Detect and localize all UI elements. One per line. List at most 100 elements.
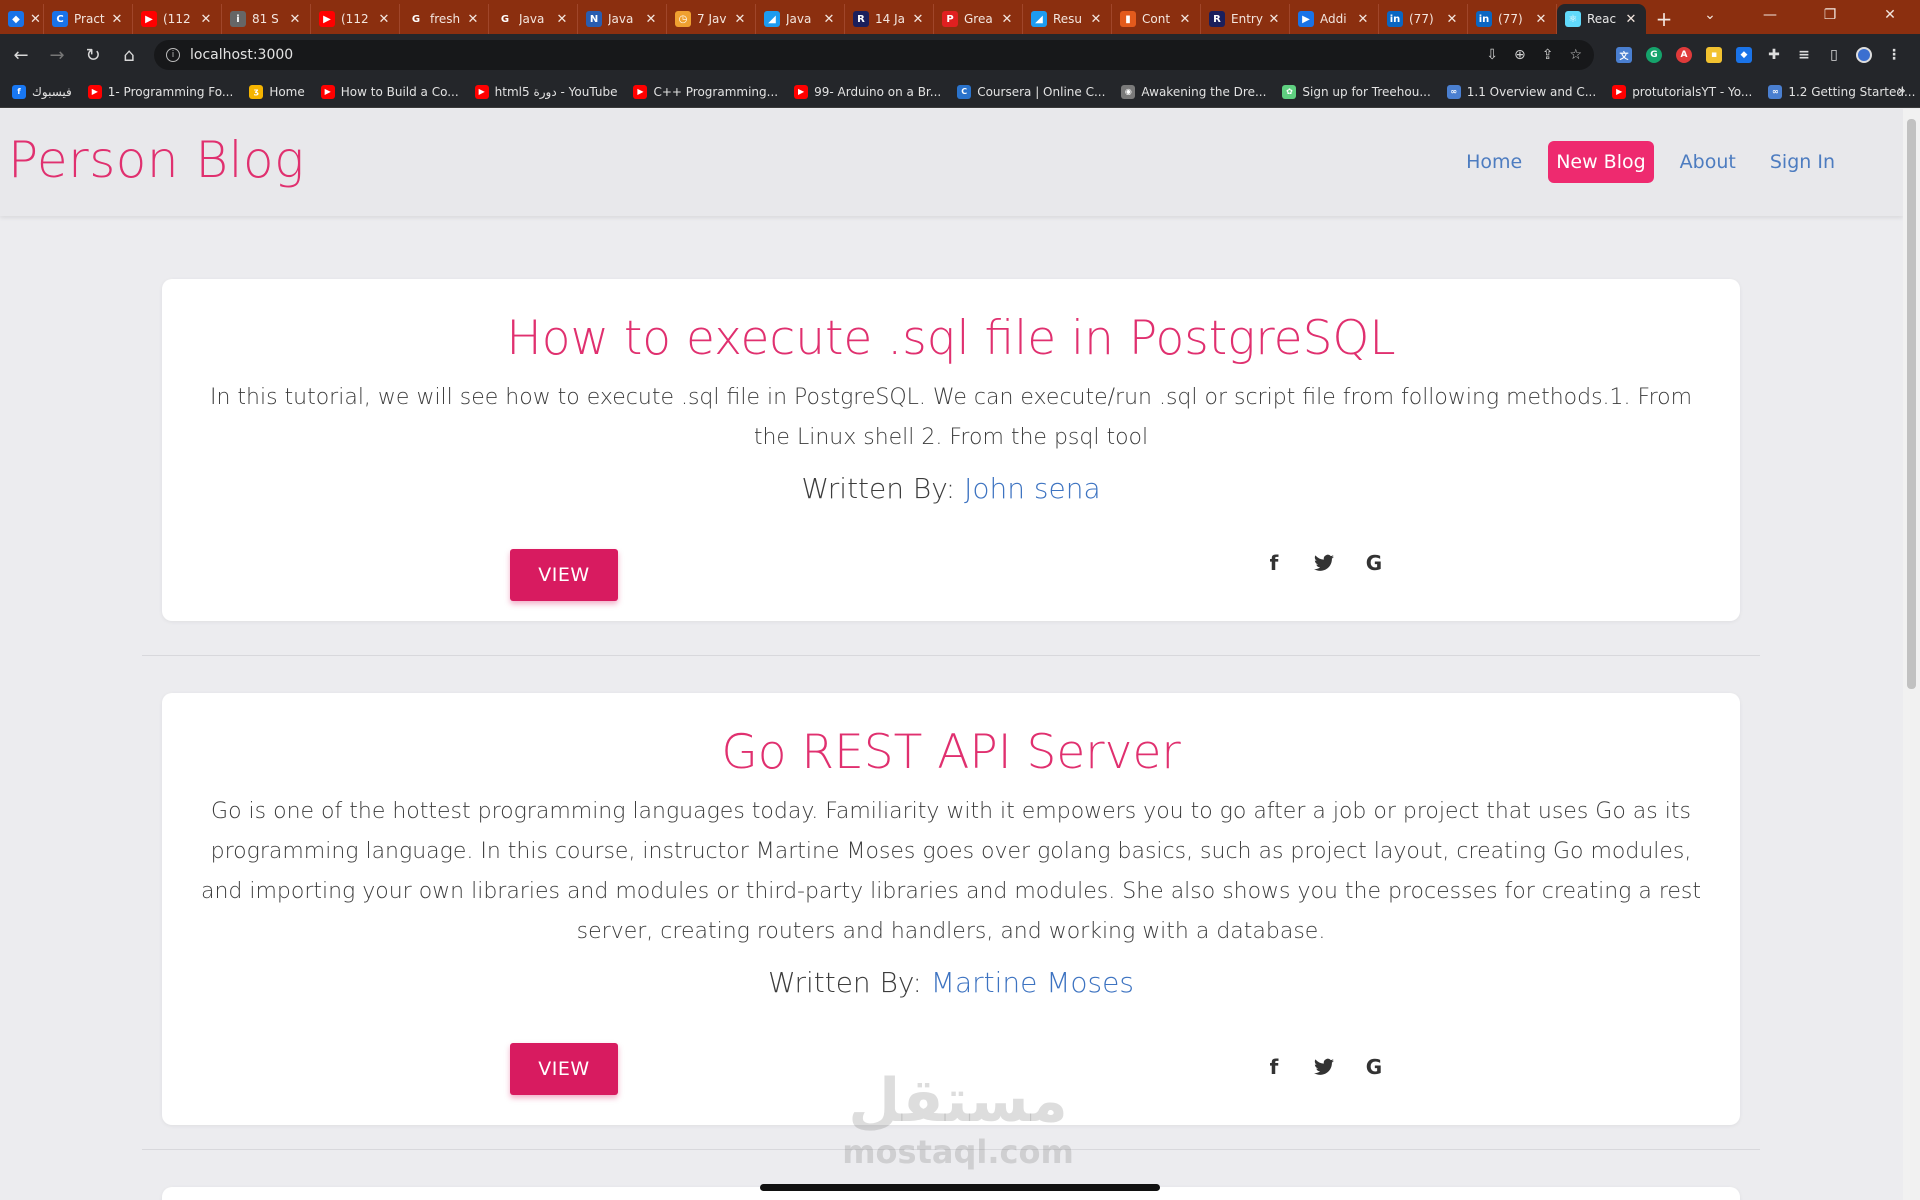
browser-tab[interactable]: in (77) ✕ [1468,4,1557,34]
bookmark-item[interactable]: ▶ html5 دورة - YouTube [474,84,618,99]
close-window-icon[interactable]: ✕ [1860,0,1920,30]
twitter-icon[interactable] [1312,1055,1336,1079]
close-tab-icon[interactable]: ✕ [110,12,124,27]
adblock-icon[interactable]: A [1676,47,1692,63]
minimize-icon[interactable]: — [1740,0,1800,30]
view-button[interactable]: VIEW [510,1043,618,1095]
more-bookmarks-icon[interactable]: » [1897,83,1906,99]
browser-tab[interactable]: N Java ✕ [578,4,667,34]
nav-sign-in[interactable]: Sign In [1762,141,1843,183]
post-author-line: Written By: John sena [162,472,1740,505]
facebook-icon[interactable]: f [1262,1055,1286,1079]
window-controls: ⌄ — ❐ ✕ [1680,0,1920,30]
close-tab-icon[interactable]: ✕ [1356,12,1370,27]
bookmark-item[interactable]: ◉ Awakening the Dre... [1121,84,1266,99]
close-tab-icon[interactable]: ✕ [911,12,925,27]
page-scrollbar[interactable] [1903,109,1920,1200]
bookmark-item[interactable]: ▶ protutorialsYT - Yo... [1612,84,1752,99]
tab-title: Pract [74,12,105,26]
browser-tab[interactable]: i 81 S ✕ [222,4,311,34]
browser-tab[interactable]: ▮ Cont ✕ [1112,4,1201,34]
close-tab-icon[interactable]: ✕ [1534,12,1548,27]
reload-icon[interactable]: ↻ [78,40,108,70]
keep-icon[interactable]: ▪ [1706,47,1722,63]
translate-icon[interactable]: 文 [1616,47,1632,63]
close-tab-icon[interactable]: ✕ [377,12,391,27]
bookmark-item[interactable]: C Coursera | Online C... [957,84,1105,99]
bookmark-item[interactable]: f فيسبوك [12,84,72,99]
menu-kebab-icon[interactable]: ⋮ [1886,47,1902,63]
close-tab-icon[interactable]: ✕ [466,12,480,27]
browser-tab[interactable]: C Pract ✕ [44,4,133,34]
address-bar[interactable]: i localhost:3000 ⇩ ⊕ ⇪ ☆ [154,40,1594,70]
bookmark-label: html5 دورة - YouTube [494,84,618,99]
bookmark-item[interactable]: ʒ Home [249,84,305,99]
bookmark-item[interactable]: ∞ 1.2 Getting Started... [1768,84,1915,99]
close-tab-icon[interactable]: ✕ [644,12,658,27]
tab-search-icon[interactable]: ⌄ [1680,0,1740,30]
bookmark-item[interactable]: ▶ How to Build a Co... [320,84,459,99]
bookmark-item[interactable]: ✿ Sign up for Treehou... [1282,84,1431,99]
side-panel-icon[interactable]: ▯ [1826,47,1842,63]
bookmark-item[interactable]: ▶ 1- Programming Fo... [87,84,233,99]
reading-list-icon[interactable]: ≡ [1796,47,1812,63]
share-icon[interactable]: ⇪ [1542,47,1554,63]
react-icon: ⚛ [1565,11,1581,27]
extensions-puzzle-icon[interactable]: ✚ [1766,47,1782,63]
close-tab-icon[interactable]: ✕ [1178,12,1192,27]
facebook-icon[interactable]: f [1262,551,1286,575]
scrollbar-thumb[interactable] [1907,119,1916,689]
browser-tab[interactable]: ▶ (112 ✕ [311,4,400,34]
browser-tab[interactable]: R Entry ✕ [1201,4,1290,34]
browser-tab[interactable]: ◷ 7 Jav ✕ [667,4,756,34]
author-link[interactable]: Martine Moses [931,966,1134,999]
grammarly-icon[interactable]: G [1646,47,1662,63]
site-info-icon[interactable]: i [166,48,180,62]
gem-extension-icon[interactable]: ◆ [1736,47,1752,63]
url-text[interactable]: localhost:3000 [190,47,1486,63]
twitter-icon[interactable] [1312,551,1336,575]
browser-tab[interactable]: ▶ (112 ✕ [133,4,222,34]
nav-new-blog[interactable]: New Blog [1548,141,1654,183]
browser-tab[interactable]: ▶ Addi ✕ [1290,4,1379,34]
restore-icon[interactable]: ❐ [1800,0,1860,30]
close-tab-icon[interactable]: ✕ [1624,12,1638,27]
install-icon[interactable]: ⇩ [1486,47,1498,63]
author-link[interactable]: John sena [964,472,1101,505]
browser-tab[interactable]: G Java ✕ [489,4,578,34]
bookmark-item[interactable]: ∞ 1.1 Overview and C... [1446,84,1596,99]
bookmark-item[interactable]: ▶ 99- Arduino on a Br... [794,84,941,99]
view-button[interactable]: VIEW [510,549,618,601]
back-icon[interactable]: ← [6,40,36,70]
nav-home[interactable]: Home [1458,141,1530,183]
home-icon[interactable]: ⌂ [114,40,144,70]
zoom-icon[interactable]: ⊕ [1514,47,1526,63]
nav-about[interactable]: About [1672,141,1744,183]
close-tab-icon[interactable]: ✕ [288,12,302,27]
close-tab-icon[interactable]: ✕ [199,12,213,27]
forward-icon[interactable]: → [42,40,72,70]
browser-tab[interactable]: in (77) ✕ [1379,4,1468,34]
browser-tab[interactable]: ◆ ✕ [0,4,44,34]
browser-tab[interactable]: ◢ Resu ✕ [1023,4,1112,34]
close-tab-icon[interactable]: ✕ [1267,12,1281,27]
browser-tab[interactable]: R 14 Ja ✕ [845,4,934,34]
browser-tab[interactable]: Gfresh ✕ [400,4,489,34]
google-icon[interactable]: G [1362,551,1386,575]
close-tab-icon[interactable]: ✕ [1445,12,1459,27]
profile-avatar[interactable] [1856,47,1872,63]
close-tab-icon[interactable]: ✕ [1000,12,1014,27]
google-icon[interactable]: G [1362,1055,1386,1079]
bookmark-star-icon[interactable]: ☆ [1569,47,1582,63]
browser-tab[interactable]: ⚛ Reac ✕ [1557,4,1646,34]
close-tab-icon[interactable]: ✕ [733,12,747,27]
close-tab-icon[interactable]: ✕ [555,12,569,27]
bookmark-item[interactable]: ▶ C++ Programming... [633,84,778,99]
browser-tab[interactable]: P Grea ✕ [934,4,1023,34]
close-tab-icon[interactable]: ✕ [1089,12,1103,27]
new-tab-icon[interactable]: + [1646,4,1682,34]
close-tab-icon[interactable]: ✕ [30,12,41,27]
close-tab-icon[interactable]: ✕ [822,12,836,27]
brand-logo[interactable]: Person Blog [8,131,305,189]
browser-tab[interactable]: ◢ Java ✕ [756,4,845,34]
